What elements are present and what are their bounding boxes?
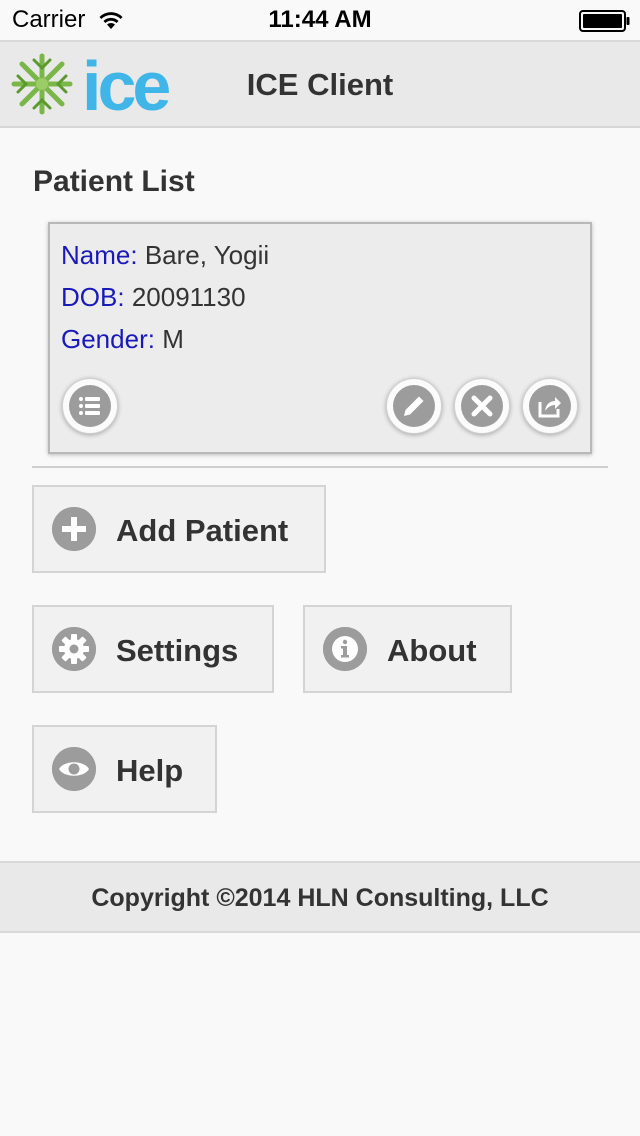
patient-name-row: Name: Bare, Yogii (61, 240, 269, 271)
add-patient-button[interactable]: Add Patient (32, 485, 326, 573)
dob-label: DOB: (61, 282, 125, 312)
section-title-patient-list: Patient List (33, 165, 195, 198)
divider (32, 466, 608, 468)
patient-gender: M (162, 324, 184, 354)
help-label: Help (116, 753, 184, 788)
settings-button[interactable]: Settings (32, 605, 274, 693)
edit-patient-button[interactable] (386, 378, 442, 434)
list-icon (69, 385, 111, 427)
settings-label: Settings (116, 633, 239, 668)
share-icon (529, 385, 571, 427)
status-bar: Carrier 11:44 AM (0, 0, 640, 40)
footer: Copyright ©2014 HLN Consulting, LLC (0, 861, 640, 933)
status-time: 11:44 AM (268, 6, 372, 33)
patient-details-button[interactable] (62, 378, 118, 434)
patient-dob-row: DOB: 20091130 (61, 282, 246, 313)
add-patient-label: Add Patient (116, 513, 289, 548)
patient-dob: 20091130 (131, 282, 246, 312)
delete-patient-button[interactable] (454, 378, 510, 434)
about-button[interactable]: About (303, 605, 512, 693)
plus-icon (52, 507, 96, 551)
gender-label: Gender: (61, 324, 155, 354)
close-icon (461, 385, 503, 427)
patient-gender-row: Gender: M (61, 324, 184, 355)
about-label: About (387, 633, 477, 668)
patient-card[interactable]: Name: Bare, Yogii DOB: 20091130 Gender: … (48, 222, 592, 454)
battery-icon (579, 10, 630, 32)
pencil-icon (393, 385, 435, 427)
name-label: Name: (61, 240, 138, 270)
page-title: ICE Client (246, 67, 394, 102)
copyright-text: Copyright ©2014 HLN Consulting, LLC (91, 884, 549, 912)
info-icon (323, 627, 367, 671)
eye-icon (52, 747, 96, 791)
gear-icon (52, 627, 96, 671)
share-patient-button[interactable] (522, 378, 578, 434)
app-header: ice ICE Client (0, 40, 640, 128)
patient-name: Bare, Yogii (144, 240, 270, 270)
help-button[interactable]: Help (32, 725, 217, 813)
